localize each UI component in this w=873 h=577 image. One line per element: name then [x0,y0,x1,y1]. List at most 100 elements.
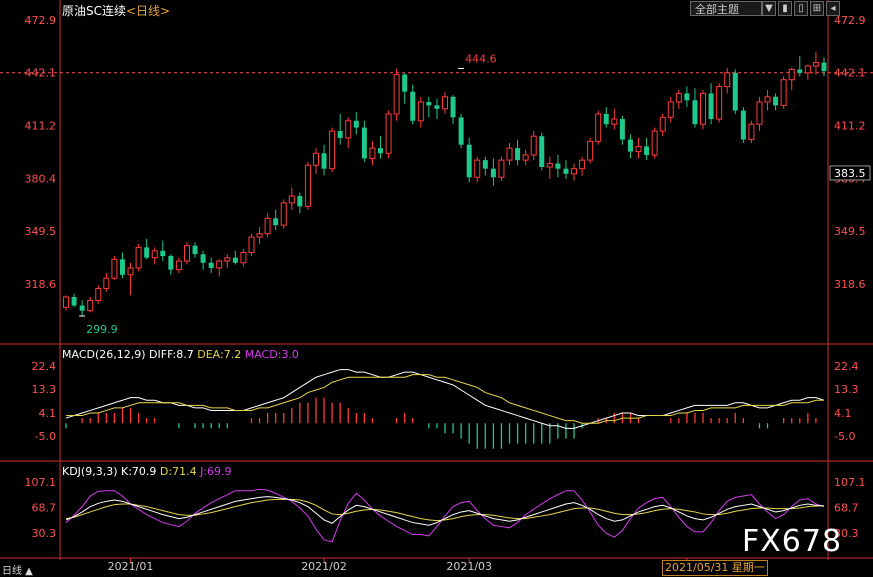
candle-body [248,236,255,254]
candle-body [627,139,633,152]
candle-body [288,195,295,204]
kdj-tick-label-left: 68.7 [32,502,57,515]
macd-value: MACD:3.0 [244,348,299,361]
candle-body [232,257,238,263]
candle-body [87,299,94,312]
candle-icon[interactable]: ▮ [778,1,792,16]
candle-body [692,100,698,125]
candle-body [183,245,190,262]
candle-body [144,247,150,258]
candle-body [587,140,594,161]
collapse-icon[interactable]: ◂ [826,1,840,16]
candle-body [385,113,392,154]
candle-body [417,101,424,122]
candle-body [175,260,182,271]
grid-icon[interactable]: ⊞ [810,1,824,16]
candle-body [651,130,658,156]
macd-tick-label-left: 4.1 [39,407,57,420]
timeframe-selector[interactable]: <日线> [126,4,170,18]
price-extreme-label: 299.9 [86,323,118,336]
chart-header: 原油SC连续<日线> 全部主题 ▼ ▮ ▯ ⊞ ◂ [0,0,873,18]
candle-body [515,148,521,161]
kdj-tick-label-left: 107.1 [25,476,57,489]
candle-body [506,147,513,161]
candle-body [111,258,118,279]
candle-body [635,145,642,153]
candle-body [410,91,416,121]
candle-body [490,168,496,178]
macd-tick-label-right: 13.3 [834,383,859,396]
candle-body [667,101,674,118]
candle-body [675,92,682,103]
kdj-k-line [65,496,825,526]
candle-body [377,148,383,154]
candle-body [304,164,311,207]
price-tick-label-right: 318.6 [834,278,866,291]
candle-body [168,255,174,270]
chart-canvas: 472.9472.9442.1442.1411.2411.2380.4380.4… [0,0,873,573]
macd-tick-label-left: 13.3 [32,383,57,396]
candle-body [659,116,666,132]
macd-tick-label-right: -5.0 [834,430,855,443]
candle-body [369,147,376,159]
price-tick-label-right: 349.5 [834,225,866,238]
candle-body [466,144,472,178]
candle-body [821,62,827,72]
candle-body [530,135,537,156]
candle-body [151,250,158,259]
macd-tick-label-left: 22.4 [32,360,57,373]
candle-body [434,105,440,109]
candle-body [773,96,779,106]
kdj-d: D:71.4 [159,465,197,478]
candle-body [329,130,336,170]
candle-body [474,159,481,178]
candle-body [256,233,263,238]
candle-body [482,160,488,169]
dropdown-arrow-icon[interactable]: ▼ [762,1,776,16]
candle-body [426,101,432,106]
candle-body [571,168,578,175]
candle-body [756,101,763,125]
candle-body [280,202,287,226]
candle-body [208,262,214,268]
cursor-date: 2021/05/31 星期一 [662,560,768,576]
candle-body [595,113,602,142]
candle-body [450,96,456,118]
kdj-tick-label-left: 30.3 [32,527,57,540]
candle-body [788,68,795,81]
price-tick-label-right: 411.2 [834,120,866,133]
candle-body [240,252,247,264]
macd-diff-line [65,369,825,429]
candle-body [708,93,714,120]
panel-icon[interactable]: ▯ [794,1,808,16]
kdj-k: K:70.9 [121,465,157,478]
candle-body [797,69,803,73]
candle-body [522,154,529,161]
instrument-name: 原油SC连续 [62,4,126,18]
candle-body [812,62,819,67]
kdj-name: KDJ(9,3,3) [62,465,118,478]
kdj-j: J:69.9 [200,465,232,478]
candle-body [200,254,206,263]
candle-body [216,260,223,269]
candle-body [716,86,723,120]
period-toggle[interactable]: 日线 ▲ [2,562,33,577]
current-price-label: 383.5 [834,167,866,180]
candle-body [700,92,707,125]
candle-body [321,153,327,169]
macd-tick-label-right: 4.1 [834,407,852,420]
candle-body [224,257,231,262]
candle-body [95,287,102,301]
candle-body [724,72,731,88]
candle-body [740,110,746,140]
candle-body [546,163,553,168]
theme-dropdown[interactable]: 全部主题 [690,1,762,16]
price-tick-label-left: 380.4 [25,172,57,185]
candle-body [160,250,166,256]
candle-body [732,72,738,111]
candle-body [442,96,448,110]
macd-dea: DEA:7.2 [197,348,242,361]
candle-body [79,305,85,311]
kdj-legend: KDJ(9,3,3) K:70.9 D:71.4 J:69.9 [62,465,232,478]
candle-body [539,136,545,167]
